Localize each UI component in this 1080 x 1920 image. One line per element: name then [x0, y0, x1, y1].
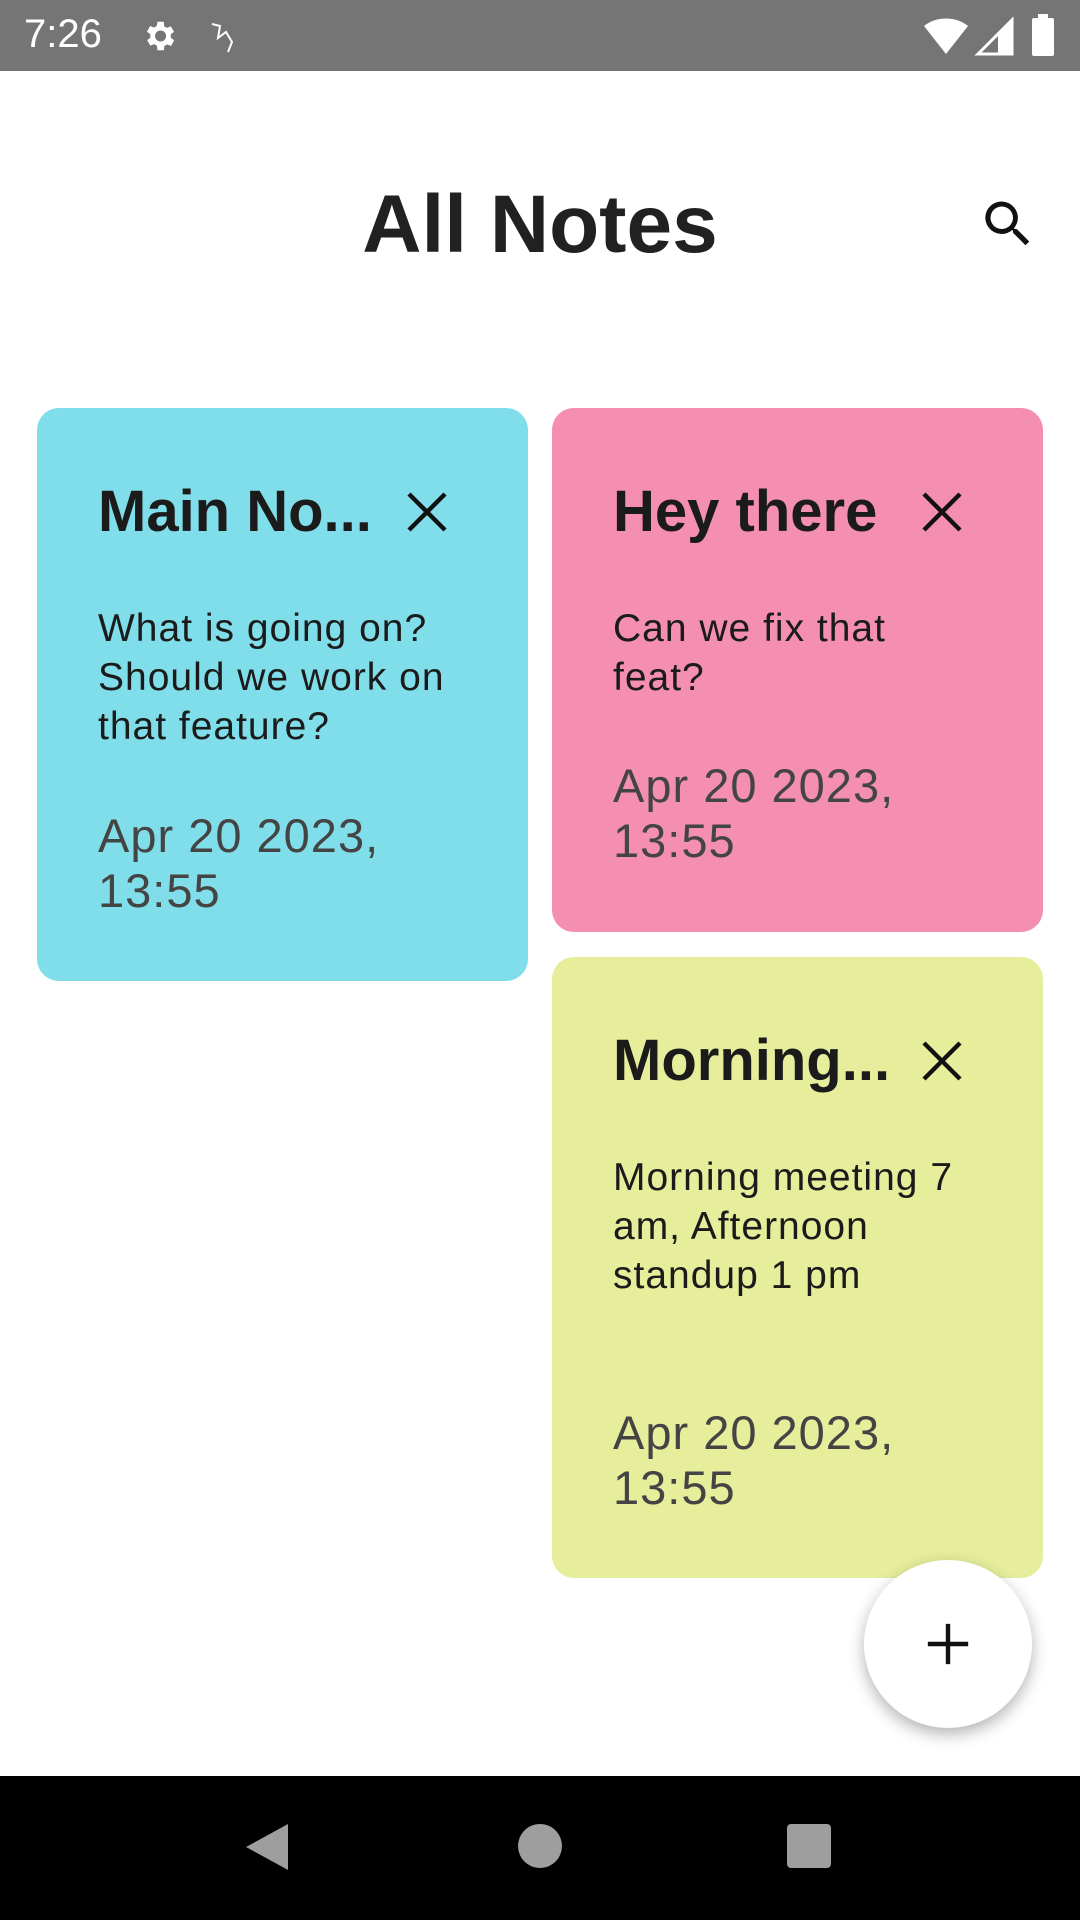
home-icon[interactable] [518, 1824, 562, 1868]
note-title: Hey there [613, 479, 878, 544]
close-icon[interactable] [403, 488, 451, 536]
note-body: Can we fix that feat? [613, 607, 886, 699]
note-title: Main No... [98, 479, 372, 544]
note-card[interactable]: Main No... What is going on? Should we w… [37, 408, 528, 981]
navigation-bar [0, 1776, 1080, 1920]
close-icon[interactable] [918, 1037, 966, 1085]
note-date: Apr 20 2023, 13:55 [613, 1406, 895, 1514]
note-body: What is going on? Should we work on that… [98, 607, 445, 748]
note-card[interactable]: Hey there Can we fix that feat? Apr 20 2… [552, 408, 1043, 932]
note-body: Morning meeting 7 am, Afternoon standup … [613, 1156, 954, 1297]
add-note-button[interactable] [864, 1560, 1032, 1728]
status-bar: 7:26 [0, 0, 1080, 71]
battery-icon [1032, 14, 1054, 56]
note-card[interactable]: Morning... Morning meeting 7 am, Afterno… [552, 957, 1043, 1578]
note-title: Morning... [613, 1028, 891, 1093]
note-date: Apr 20 2023, 13:55 [613, 759, 895, 867]
status-time: 7:26 [24, 12, 102, 56]
search-icon[interactable] [978, 194, 1038, 254]
plus-icon [927, 1623, 969, 1665]
close-icon[interactable] [918, 488, 966, 536]
settings-icon [146, 21, 175, 51]
recents-icon[interactable] [787, 1824, 831, 1868]
app-notification-icon [211, 23, 234, 53]
note-date: Apr 20 2023, 13:55 [98, 809, 380, 917]
page-title: All Notes [362, 179, 718, 270]
wifi-icon [924, 18, 968, 54]
back-icon[interactable] [244, 1822, 290, 1872]
signal-icon [974, 16, 1014, 56]
